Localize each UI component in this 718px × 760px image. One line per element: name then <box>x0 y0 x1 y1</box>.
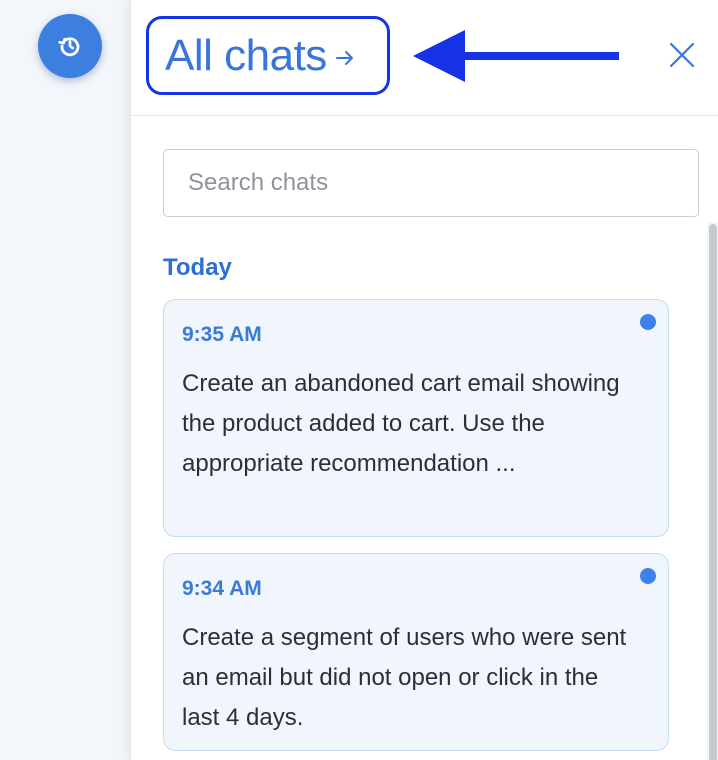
panel-title: All chats <box>165 30 327 80</box>
chat-preview: Create an abandoned cart email showing t… <box>182 370 620 477</box>
left-rail <box>0 0 130 760</box>
arrow-right-icon <box>335 49 355 67</box>
history-icon <box>57 33 83 59</box>
arrow-left-icon <box>413 30 621 87</box>
chat-time: 9:35 AM <box>182 323 262 346</box>
chat-preview: Create a segment of users who were sent … <box>182 624 627 731</box>
close-icon <box>669 42 695 68</box>
unread-indicator <box>640 314 656 330</box>
scrollbar-thumb[interactable] <box>709 224 717 760</box>
section-label-today: Today <box>163 254 232 281</box>
chats-panel: All chats Search chats Today 9:35 AM Cre… <box>130 0 718 760</box>
chat-list-item[interactable]: 9:34 AM Create a segment of users who we… <box>163 553 669 751</box>
chat-history-button[interactable] <box>38 14 102 78</box>
panel-header: All chats <box>131 0 718 116</box>
app-window: All chats Search chats Today 9:35 AM Cre… <box>0 0 718 760</box>
unread-indicator <box>640 568 656 584</box>
all-chats-link[interactable]: All chats <box>146 16 390 95</box>
chat-list-item[interactable]: 9:35 AM Create an abandoned cart email s… <box>163 299 669 537</box>
search-chats-input[interactable] <box>163 149 699 217</box>
close-button[interactable] <box>667 40 697 70</box>
chat-time: 9:34 AM <box>182 577 262 600</box>
scrollbar[interactable] <box>707 222 718 760</box>
